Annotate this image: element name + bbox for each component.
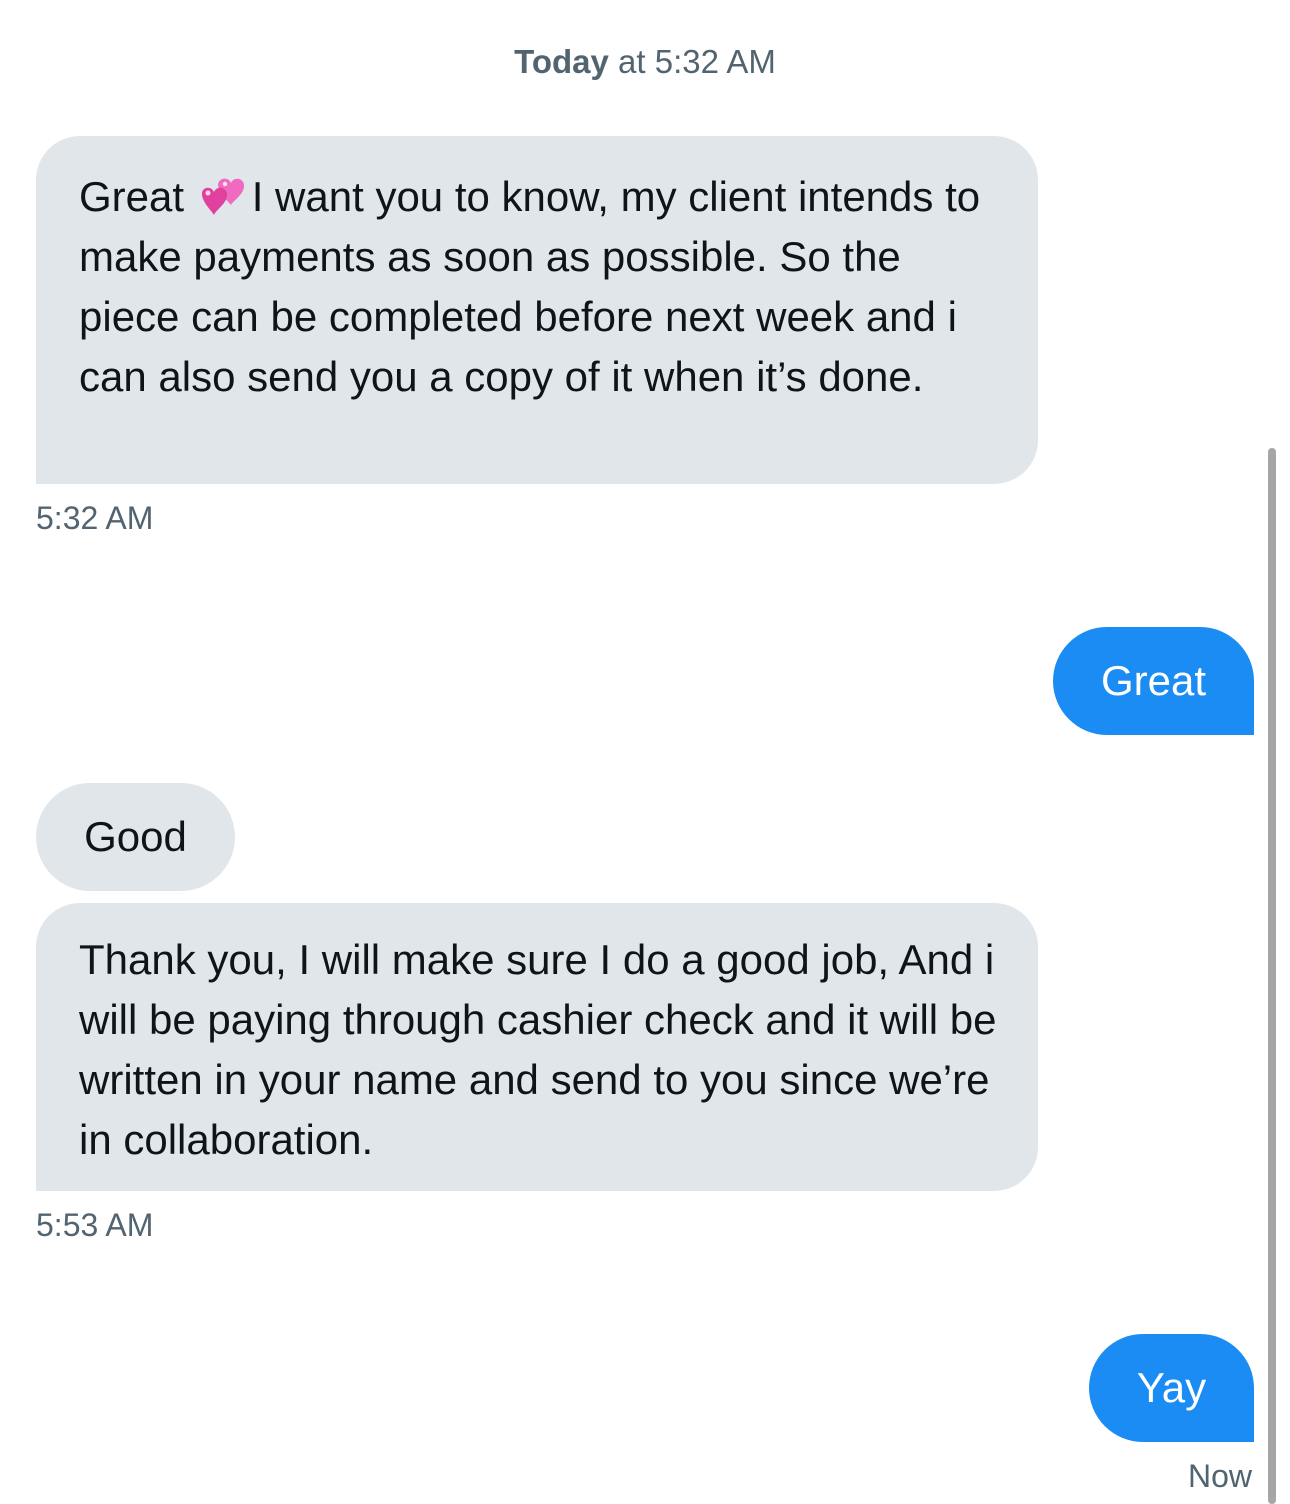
message-text: Great <box>79 173 196 220</box>
message-text: Great <box>1100 657 1207 704</box>
outgoing-message-bubble[interactable]: Great <box>1053 627 1254 735</box>
outgoing-message-bubble[interactable]: Yay <box>1089 1334 1254 1442</box>
scrollbar[interactable] <box>1268 448 1276 1504</box>
date-header-day: Today <box>514 43 609 80</box>
incoming-message-bubble[interactable]: Good <box>36 783 235 891</box>
message-text: Yay <box>1136 1364 1207 1411</box>
message-timestamp: 5:53 AM <box>36 1207 154 1243</box>
incoming-message-bubble[interactable]: Thank you, I will make sure I do a good … <box>36 903 1038 1191</box>
two-hearts-emoji-icon <box>198 173 250 219</box>
conversation-date-header: Today at 5:32 AM <box>0 40 1290 84</box>
message-text: Good <box>84 813 187 860</box>
message-text: Thank you, I will make sure I do a good … <box>79 936 997 1163</box>
message-timestamp: Now <box>1187 1458 1252 1494</box>
date-header-time: at 5:32 AM <box>608 43 776 80</box>
incoming-message-bubble[interactable]: Great I want you to know, my client inte… <box>36 136 1038 484</box>
message-timestamp: 5:32 AM <box>36 500 154 536</box>
